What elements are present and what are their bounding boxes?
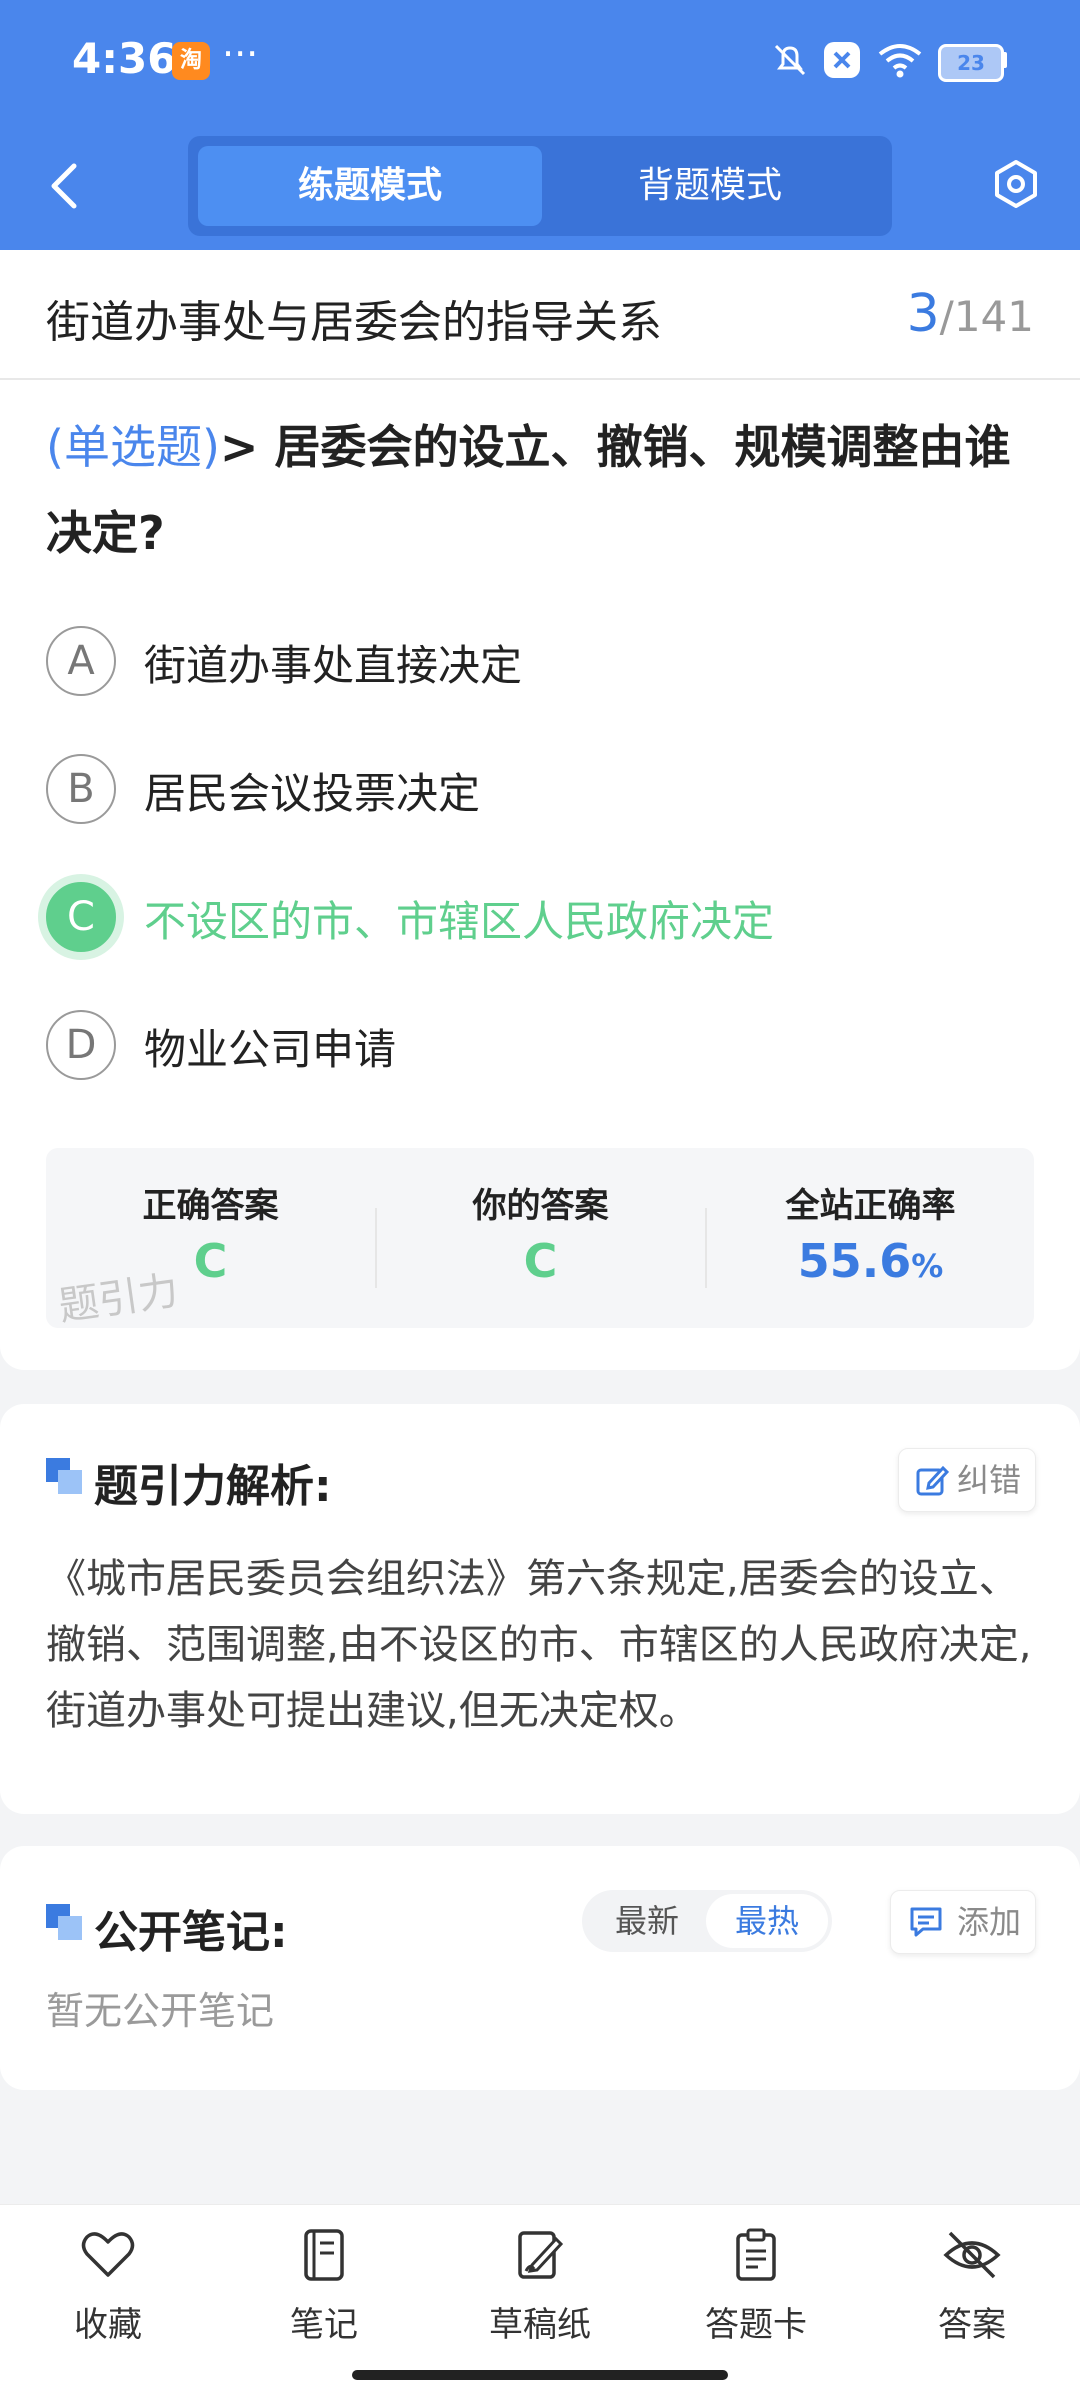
comment-icon bbox=[910, 1907, 942, 1937]
option-b[interactable]: B 居民会议投票决定 bbox=[46, 754, 1042, 824]
nav-favorite-label: 收藏 bbox=[74, 2305, 142, 2345]
nav-answer-card-label: 答题卡 bbox=[705, 2305, 807, 2345]
heart-icon bbox=[81, 2232, 135, 2277]
question-text: (单选题)> 居委会的设立、撤销、规模调整由谁决定? bbox=[46, 404, 1042, 576]
accuracy-label: 全站正确率 bbox=[785, 1186, 956, 1226]
edit-icon bbox=[916, 1465, 949, 1496]
chapter-title: 街道办事处与居委会的指导关系 bbox=[46, 297, 662, 348]
option-d-letter: D bbox=[46, 1010, 116, 1080]
more-notifications-icon: ··· bbox=[222, 32, 259, 76]
analysis-card: 题引力解析: 纠错 《城市居民委员会组织法》第六条规定,居委会的设立、撤销、范围… bbox=[0, 1404, 1080, 1814]
battery-nub bbox=[1001, 52, 1007, 68]
accuracy-value: 55.6% bbox=[706, 1234, 1035, 1288]
status-bar: 4:36 淘 ··· 23 bbox=[0, 0, 1080, 125]
option-c[interactable]: C 不设区的市、市辖区人民政府决定 bbox=[46, 882, 1042, 952]
report-error-button[interactable]: 纠错 bbox=[898, 1448, 1036, 1512]
bell-muted-icon bbox=[774, 44, 806, 76]
option-d[interactable]: D 物业公司申请 bbox=[46, 1010, 1042, 1080]
question-card: (单选题)> 居委会的设立、撤销、规模调整由谁决定? A 街道办事处直接决定 B… bbox=[0, 380, 1080, 1370]
section-marker-icon bbox=[46, 1904, 82, 1940]
analysis-body: 《城市居民委员会组织法》第六条规定,居委会的设立、撤销、范围调整,由不设区的市、… bbox=[46, 1556, 1032, 1734]
notes-title: 公开笔记: bbox=[94, 1907, 288, 1958]
status-time: 4:36 bbox=[72, 34, 177, 83]
accuracy-col: 全站正确率 55.6% bbox=[706, 1148, 1035, 1328]
nav-answer-card[interactable]: 答题卡 bbox=[681, 2225, 831, 2346]
report-error-label: 纠错 bbox=[957, 1461, 1022, 1499]
home-indicator[interactable] bbox=[352, 2370, 728, 2380]
option-a-letter: A bbox=[46, 626, 116, 696]
taobao-notification-icon: 淘 bbox=[172, 42, 210, 80]
battery-indicator: 23 bbox=[938, 44, 1004, 82]
notes-empty-text: 暂无公开笔记 bbox=[46, 1989, 275, 2033]
option-c-text: 不设区的市、市辖区人民政府决定 bbox=[144, 897, 775, 946]
question-progress: 3/141 bbox=[907, 284, 1034, 344]
option-c-letter: C bbox=[46, 882, 116, 952]
notes-sort-switch: 最新 最热 bbox=[582, 1890, 832, 1952]
wifi-icon bbox=[878, 44, 922, 78]
sort-hottest[interactable]: 最热 bbox=[706, 1894, 828, 1948]
your-answer-col: 你的答案 C bbox=[376, 1148, 705, 1328]
option-a-text: 街道办事处直接决定 bbox=[144, 641, 523, 690]
draft-icon bbox=[518, 2231, 564, 2279]
answer-summary: 正确答案 C 你的答案 C 全站正确率 55.6% 题引力 bbox=[46, 1148, 1035, 1330]
settings-icon[interactable] bbox=[990, 158, 1042, 210]
nav-draft-label: 草稿纸 bbox=[489, 2305, 591, 2345]
chapter-title-row: 街道办事处与居委会的指导关系 3/141 bbox=[0, 250, 1080, 380]
add-note-button[interactable]: 添加 bbox=[890, 1890, 1036, 1954]
clipboard-icon bbox=[736, 2228, 776, 2281]
nav-answer[interactable]: 答案 bbox=[897, 2225, 1047, 2346]
option-b-letter: B bbox=[46, 754, 116, 824]
nav-draft[interactable]: 草稿纸 bbox=[465, 2225, 615, 2346]
section-marker-icon bbox=[46, 1458, 82, 1494]
nav-favorite[interactable]: 收藏 bbox=[33, 2225, 183, 2346]
question-separator: > bbox=[219, 420, 275, 474]
nav-notes[interactable]: 笔记 bbox=[249, 2225, 399, 2346]
accuracy-number: 55.6 bbox=[797, 1234, 912, 1288]
option-a[interactable]: A 街道办事处直接决定 bbox=[46, 626, 1042, 696]
close-box-icon bbox=[824, 42, 860, 78]
notes-card: 公开笔记: 最新 最热 添加 暂无公开笔记 bbox=[0, 1846, 1080, 2090]
analysis-title: 题引力解析: bbox=[94, 1461, 332, 1512]
top-bar: 4:36 淘 ··· 23 练题模式 背题模式 bbox=[0, 0, 1080, 250]
back-arrow-icon[interactable] bbox=[44, 160, 84, 212]
option-b-text: 居民会议投票决定 bbox=[144, 769, 481, 818]
correct-answer-label: 正确答案 bbox=[142, 1186, 279, 1226]
your-answer-label: 你的答案 bbox=[472, 1186, 609, 1226]
option-d-text: 物业公司申请 bbox=[144, 1025, 397, 1074]
mode-switch: 练题模式 背题模式 bbox=[188, 136, 892, 236]
sort-latest[interactable]: 最新 bbox=[586, 1890, 708, 1952]
your-answer-value: C bbox=[523, 1234, 558, 1288]
accuracy-unit: % bbox=[911, 1247, 944, 1285]
add-note-label: 添加 bbox=[957, 1903, 1022, 1941]
question-type: (单选题) bbox=[46, 420, 220, 474]
notebook-icon bbox=[304, 2229, 344, 2281]
tab-practice-mode[interactable]: 练题模式 bbox=[198, 146, 542, 226]
tab-memorize-mode[interactable]: 背题模式 bbox=[538, 146, 882, 226]
nav-answer-label: 答案 bbox=[938, 2305, 1006, 2345]
eye-off-icon bbox=[943, 2231, 1001, 2279]
nav-notes-label: 笔记 bbox=[290, 2305, 358, 2345]
progress-total: /141 bbox=[939, 292, 1034, 341]
progress-current: 3 bbox=[906, 284, 940, 344]
